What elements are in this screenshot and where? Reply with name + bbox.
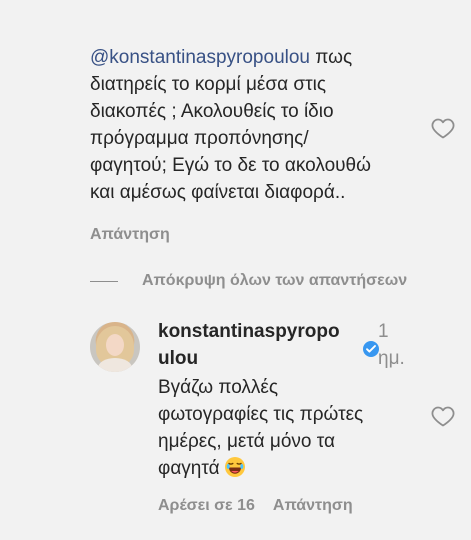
reply-button[interactable]: Απάντηση (90, 226, 170, 244)
reply-text: Βγάζω πολλές φωτογραφίες τις πρώτες ημέρ… (158, 374, 398, 486)
comment-line: φαγητού; Εγώ το δε το ακολουθώ (90, 155, 371, 176)
heart-outline-icon[interactable] (431, 117, 455, 139)
likes-count[interactable]: Αρέσει σε 16 (158, 497, 255, 515)
reply-username-block: konstantinaspyropo ulou (158, 318, 378, 372)
comment-text: @konstantinaspyropoulou πως διατηρείς το… (90, 44, 410, 206)
comment-line-1-rest: πως (309, 47, 353, 68)
reply-username[interactable]: ulou (158, 348, 198, 369)
comment-line: και αμέσως φαίνεται διαφορά.. (90, 182, 346, 203)
reply-line: Βγάζω πολλές (158, 377, 279, 398)
hide-replies-label: Απόκρυψη όλων των απαντήσεων (142, 272, 408, 289)
avatar-body (98, 358, 132, 372)
comment-line: διατηρείς το κορμί μέσα στις (90, 74, 326, 95)
comment-mention[interactable]: @konstantinaspyropoulou (90, 47, 310, 68)
reply-line: ημέρες, μετά μόνο τα (158, 431, 335, 452)
reply-time: 1 ημ. (378, 318, 412, 372)
reply-time-number: 1 (378, 321, 389, 342)
comment-line: πρόγραμμα προπόνησης/ (90, 128, 309, 149)
hide-replies-divider (90, 280, 118, 282)
comment-line: διακοπές ; Ακολουθείς το ίδιο (90, 101, 334, 122)
reply-meta-row: Αρέσει σε 16 Απάντηση (158, 497, 353, 515)
avatar[interactable] (90, 322, 140, 372)
laughing-emoji-icon (224, 456, 246, 486)
heart-outline-icon[interactable] (431, 405, 455, 427)
hide-replies-button[interactable]: Απόκρυψη όλων των απαντήσεων (90, 272, 407, 290)
reply-time-unit: ημ. (378, 348, 405, 369)
reply-username[interactable]: konstantinaspyropo (158, 321, 340, 342)
reply-button[interactable]: Απάντηση (273, 497, 353, 515)
avatar-face (106, 334, 124, 356)
reply-line: φωτογραφίες τις πρώτες (158, 404, 364, 425)
reply-line: φαγητά (158, 458, 220, 479)
